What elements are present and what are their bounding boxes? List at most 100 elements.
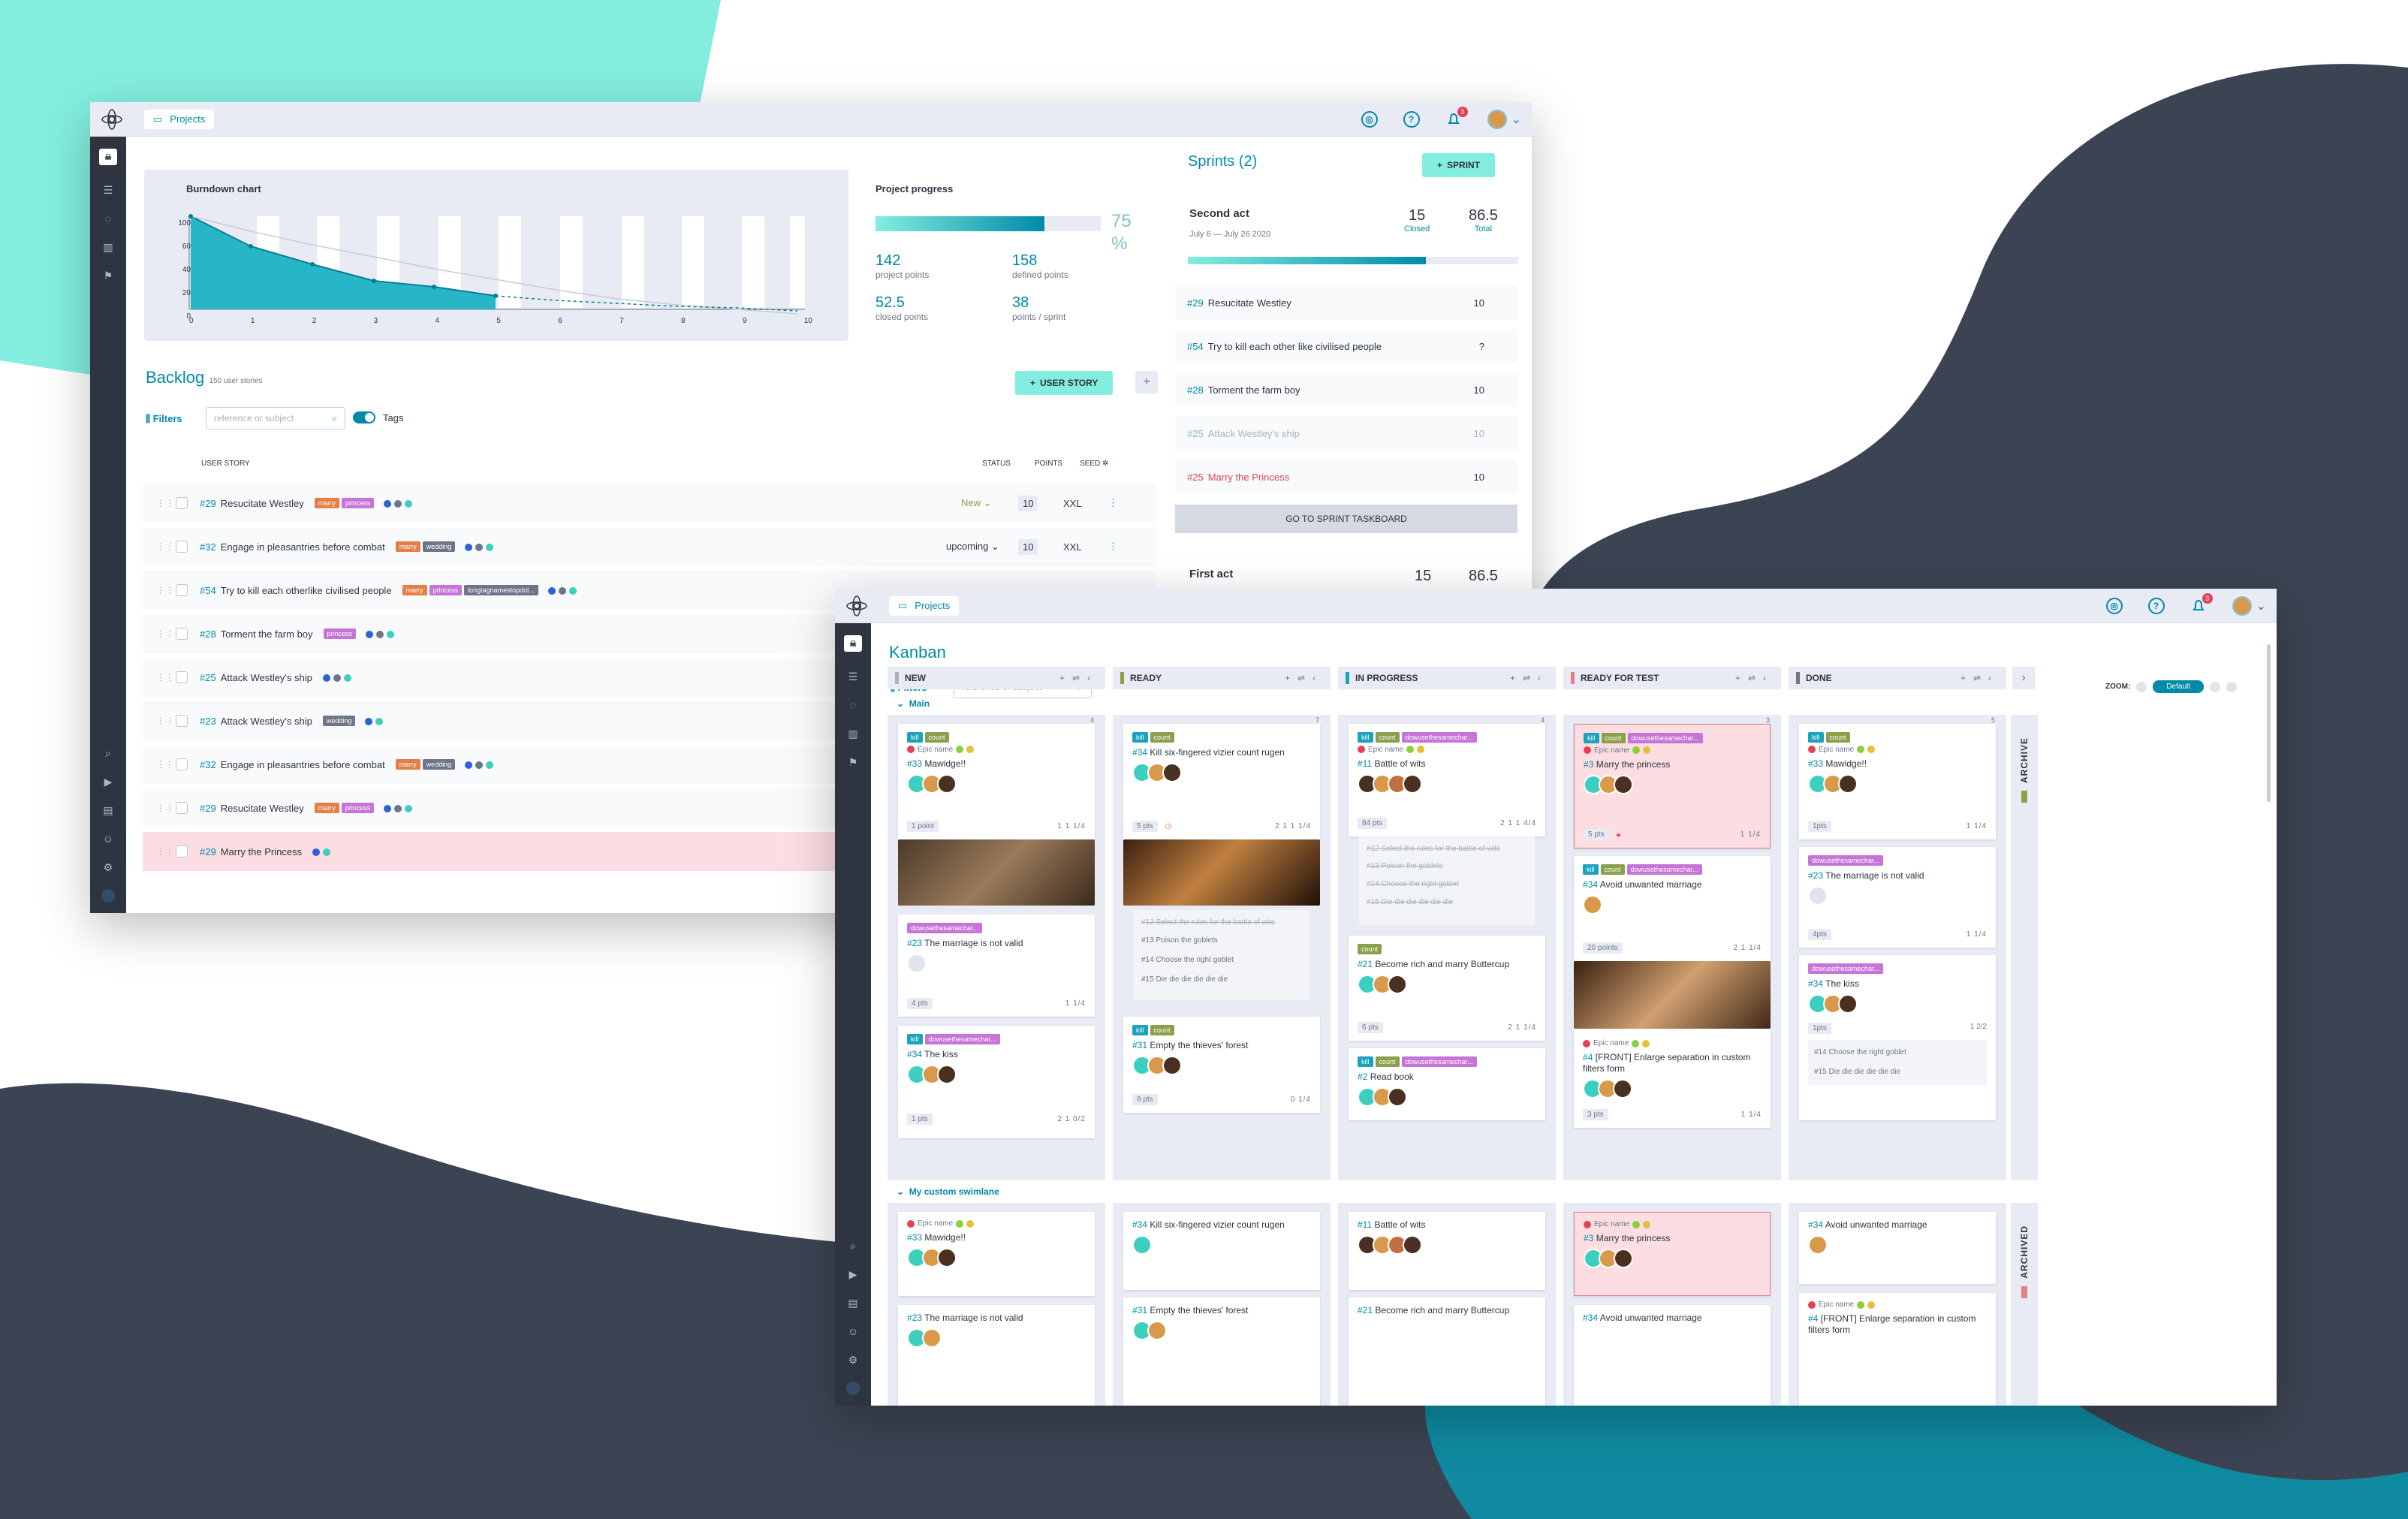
task-item[interactable]: #12 Select the rules for the battle of w…: [1367, 841, 1527, 857]
settings-icon[interactable]: ⚙: [845, 1353, 860, 1367]
bookmark-icon[interactable]: ⚑: [845, 755, 860, 769]
breadcrumb-projects[interactable]: ▭ Projects: [144, 109, 215, 129]
drag-handle-icon[interactable]: ⋮⋮: [156, 498, 174, 508]
user-story-card[interactable]: #23 The marriage is not valid: [898, 1305, 1095, 1406]
toggle-switch[interactable]: [353, 411, 375, 423]
tag[interactable]: marry: [314, 803, 339, 813]
drag-handle-icon[interactable]: ⋮⋮: [156, 846, 174, 857]
add-sprint-button[interactable]: + SPRINT: [1422, 153, 1496, 177]
settings-icon[interactable]: ⚙: [101, 860, 116, 874]
epics-icon[interactable]: ◌: [101, 212, 116, 225]
user-story-card[interactable]: kill dowusethesamechar... #34 The kiss 1 …: [898, 1026, 1095, 1138]
user-story-card[interactable]: kill count #34 Kill six-fingered vizier c…: [1123, 724, 1320, 839]
story-subject[interactable]: Attack Westley's ship: [221, 716, 312, 727]
archived-column[interactable]: ARCHIVED: [2011, 1203, 2038, 1406]
search-input[interactable]: reference or subject ⌕: [206, 407, 345, 429]
column-actions-icon[interactable]: +⇌‹: [1059, 673, 1098, 683]
tag[interactable]: princess: [429, 585, 463, 595]
user-story-card[interactable]: kill count dowusethesamechar... #2 Read bo…: [1349, 1048, 1545, 1120]
story-ref[interactable]: #28: [200, 628, 216, 640]
column-actions-icon[interactable]: +⇌‹: [1510, 673, 1548, 683]
story-subject[interactable]: Try to kill each otherlike civilised peo…: [221, 585, 392, 596]
user-story-card[interactable]: kill count #31 Empty the thieves' forest …: [1123, 1017, 1320, 1113]
taiga-icon[interactable]: [846, 1382, 860, 1395]
epic-label[interactable]: Epic name: [1808, 746, 1987, 754]
wiki-icon[interactable]: ▤: [101, 803, 116, 817]
user-story-card[interactable]: kill count dowusethesamechar... Epic name …: [1574, 724, 1771, 848]
zoom-value[interactable]: Default: [2153, 680, 2205, 693]
zoom-dot[interactable]: [2226, 681, 2238, 692]
task-item[interactable]: #14 Choose the right goblet: [1141, 951, 1302, 970]
task-item[interactable]: #13 Poison the goblets: [1141, 931, 1302, 951]
project-logo-icon[interactable]: ☠: [99, 149, 117, 165]
sprint-story[interactable]: #25 Marry the Princess 10: [1175, 460, 1517, 494]
story-ref[interactable]: #54: [200, 585, 216, 596]
video-icon[interactable]: ▶: [101, 775, 116, 788]
user-story-card[interactable]: dowusethesamechar... #34 The kiss 1pts 1 …: [1799, 955, 1996, 1120]
drag-handle-icon[interactable]: ⋮⋮: [156, 803, 174, 813]
project-logo-icon[interactable]: ☠: [844, 635, 862, 652]
task-item[interactable]: #15 Die die die die die die: [1367, 894, 1527, 912]
zoom-control[interactable]: ZOOM: Default: [2105, 680, 2238, 693]
row-checkbox[interactable]: [176, 758, 188, 770]
story-subject[interactable]: Marry the Princess: [221, 846, 302, 857]
status-dropdown[interactable]: upcoming ⌄: [946, 541, 999, 553]
user-story-card[interactable]: #34 Kill six-fingered vizier count rugen: [1123, 1212, 1320, 1290]
more-icon[interactable]: ⋮: [1108, 497, 1118, 509]
user-story-card[interactable]: Epic name #4 [FRONT] Enlarge separation …: [1574, 1029, 1771, 1128]
user-story-card[interactable]: kill count Epic name #33 Mawidge!! 1 poin…: [898, 724, 1095, 839]
user-story-card[interactable]: dowusethesamechar... #23 The marriage is…: [898, 915, 1095, 1017]
next-sprint-name[interactable]: First act: [1189, 568, 1233, 580]
story-subject[interactable]: Resucitate Westley: [221, 803, 304, 814]
tag[interactable]: marry: [395, 759, 420, 770]
drag-handle-icon[interactable]: ⋮⋮: [156, 628, 174, 639]
epic-label[interactable]: Epic name: [907, 1219, 1086, 1228]
search-icon[interactable]: ⌕: [845, 1239, 860, 1252]
user-story-card[interactable]: #31 Empty the thieves' forest: [1123, 1297, 1320, 1406]
archive-column[interactable]: ARCHIVE: [2011, 715, 2038, 1180]
epics-icon[interactable]: ◌: [845, 698, 860, 712]
status-dropdown[interactable]: New ⌄: [961, 497, 992, 509]
filters-button[interactable]: ⫼ Filters: [146, 413, 182, 425]
bookmark-icon[interactable]: ⚑: [101, 269, 116, 282]
row-checkbox[interactable]: [176, 845, 188, 857]
task-item[interactable]: #15 Die die die die die die: [1141, 970, 1302, 990]
video-icon[interactable]: ▶: [845, 1267, 860, 1281]
points-value[interactable]: 10: [1018, 538, 1038, 555]
user-story-card[interactable]: Epic name #3 Marry the princess: [1574, 1212, 1771, 1296]
zoom-dot[interactable]: [2210, 681, 2221, 692]
story-ref[interactable]: #32: [200, 759, 216, 770]
tag[interactable]: wedding: [322, 716, 356, 726]
user-story-card[interactable]: Epic name #33 Mawidge!!: [898, 1212, 1095, 1296]
story-ref[interactable]: #29: [200, 498, 216, 509]
user-story-card[interactable]: count #21 Become rich and marry Buttercu…: [1349, 936, 1545, 1041]
column-header-done[interactable]: DONE +⇌‹: [1789, 667, 2006, 689]
drag-handle-icon[interactable]: ⋮⋮: [156, 759, 174, 770]
wiki-icon[interactable]: ▤: [845, 1296, 860, 1310]
tag[interactable]: marry: [314, 498, 339, 508]
epic-label[interactable]: Epic name: [1808, 1300, 1987, 1309]
table-row[interactable]: ⋮⋮ #29 Resucitate Westley marry princess N…: [143, 484, 1156, 523]
user-menu[interactable]: ⌄: [1487, 109, 1521, 129]
drag-handle-icon[interactable]: ⋮⋮: [156, 716, 174, 726]
user-story-card[interactable]: #11 Battle of wits: [1349, 1212, 1545, 1290]
story-subject[interactable]: Attack Westley's ship: [221, 672, 312, 683]
more-icon[interactable]: ⋮: [1108, 541, 1118, 553]
row-checkbox[interactable]: [176, 628, 188, 640]
scrollbar[interactable]: [2267, 644, 2271, 802]
row-checkbox[interactable]: [176, 541, 188, 553]
tag[interactable]: princess: [341, 803, 375, 813]
story-subject[interactable]: Resucitate Westley: [221, 498, 304, 509]
epic-label[interactable]: Epic name: [1584, 746, 1761, 755]
user-story-card[interactable]: kill count Epic name #33 Mawidge!! 1pts 1 …: [1799, 724, 1996, 839]
sprint-story[interactable]: #28 Torment the farm boy 10: [1175, 372, 1517, 407]
row-checkbox[interactable]: [176, 497, 188, 509]
user-story-card[interactable]: #21 Become rich and marry Buttercup: [1349, 1297, 1545, 1406]
taiga-icon[interactable]: [101, 889, 115, 903]
go-to-taskboard-button[interactable]: GO TO SPRINT TASKBOARD: [1175, 505, 1517, 533]
swimlane-custom[interactable]: ⌄ My custom swimlane: [897, 1186, 999, 1197]
story-subject[interactable]: Engage in pleasantries before combat: [221, 541, 385, 553]
team-icon[interactable]: ☺: [101, 832, 116, 845]
tag[interactable]: marry: [402, 585, 427, 595]
tag[interactable]: princess: [323, 628, 357, 639]
